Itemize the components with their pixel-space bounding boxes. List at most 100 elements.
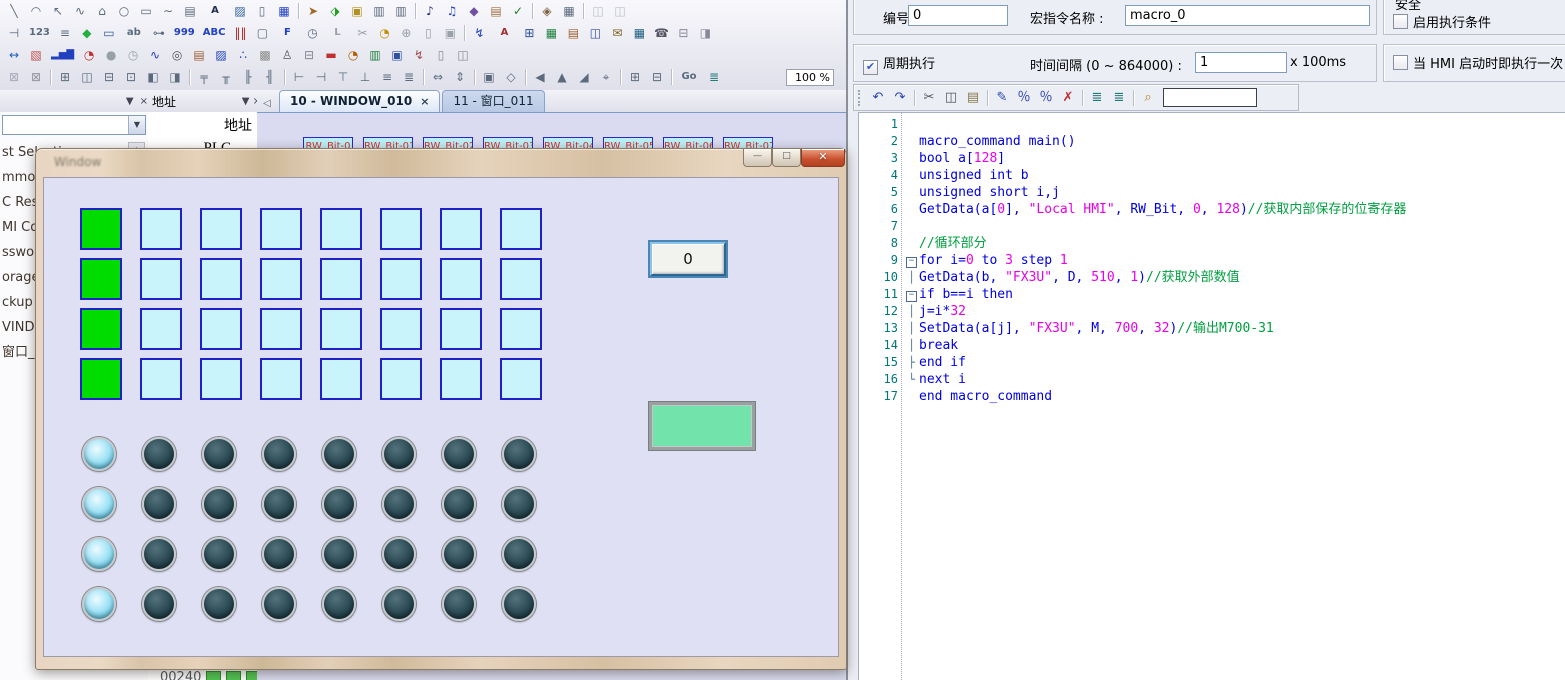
distribute-right-icon[interactable]: ╢ [260, 68, 280, 86]
cascade-window-icon[interactable]: ◫ [610, 2, 630, 20]
code-line[interactable]: 10│GetData(b, "FX3U", D, 510, 1)//获取外部数值 [859, 269, 1565, 286]
macro-search-input[interactable] [1163, 88, 1257, 107]
code-line[interactable]: 9−for i=0 to 3 step 1 [859, 252, 1565, 269]
ungroup-icon[interactable]: ◇ [501, 68, 521, 86]
macro-name-input[interactable]: macro_0 [1125, 5, 1370, 26]
bit-square[interactable] [80, 258, 122, 300]
cut-icon[interactable]: ✂ [919, 89, 939, 107]
backup-tool[interactable]: ▣ [387, 46, 407, 64]
code-line[interactable]: 13│SetData(a[j], "FX3U", M, 700, 32)//输出… [859, 320, 1565, 337]
scatter-tool[interactable]: ∴ [233, 46, 253, 64]
run-once-checkbox[interactable] [1393, 55, 1408, 70]
tab-close-icon[interactable]: × [420, 95, 429, 108]
fill-tool[interactable]: ⊠ [4, 68, 24, 86]
bit-square[interactable] [200, 308, 242, 350]
code-line[interactable]: 3bool a[128] [859, 150, 1565, 167]
list-icon[interactable]: ▤ [486, 2, 506, 20]
user-macro-icon[interactable]: ↯ [469, 24, 489, 42]
tag-tool[interactable]: ⊣ [4, 24, 24, 42]
align-bottom-icon[interactable]: ⊥ [355, 68, 375, 86]
page-tool[interactable]: ▯ [418, 24, 438, 42]
address-grid-icon[interactable]: ⊞ [519, 24, 539, 42]
code-line[interactable]: 17end macro_command [859, 388, 1565, 405]
save-all-icon[interactable]: ▥ [391, 2, 411, 20]
tile-window-icon[interactable]: ◫ [588, 2, 608, 20]
led-button[interactable] [442, 587, 476, 621]
bit-square[interactable] [140, 308, 182, 350]
led-button[interactable] [262, 487, 296, 521]
led-button[interactable] [502, 587, 536, 621]
bring-front-icon[interactable]: ⊞ [625, 68, 645, 86]
led-button[interactable] [322, 537, 356, 571]
align-center-icon[interactable]: ≣ [399, 68, 419, 86]
freeform-tool[interactable]: ∼ [158, 2, 178, 20]
find-icon[interactable]: ⌕ [1138, 89, 1158, 107]
led-button[interactable] [142, 587, 176, 621]
direct-window-tool[interactable]: ▢ [252, 24, 272, 42]
bit-square[interactable] [260, 258, 302, 300]
bit-square[interactable] [380, 258, 422, 300]
periodic-checkbox[interactable]: ✔ [863, 60, 878, 75]
nudge-left-icon[interactable]: ◧ [143, 68, 163, 86]
led-button[interactable] [262, 437, 296, 471]
trend-tool[interactable]: ∿ [145, 46, 165, 64]
same-width-icon[interactable]: ⇔ [428, 68, 448, 86]
bit-square[interactable] [80, 358, 122, 400]
bit-square[interactable] [200, 258, 242, 300]
led-button[interactable] [322, 487, 356, 521]
led-button[interactable] [502, 437, 536, 471]
layers-tool[interactable]: ≡ [55, 24, 75, 42]
line-tool[interactable]: ╲ [4, 2, 24, 20]
lamp-tool[interactable]: L [324, 24, 350, 42]
led-button[interactable] [382, 587, 416, 621]
arc-tool[interactable]: ◠ [26, 2, 46, 20]
bit-square[interactable] [380, 308, 422, 350]
bit-square[interactable] [140, 358, 182, 400]
clipboard-icon[interactable]: ▤ [563, 24, 583, 42]
fit-to-grid-icon[interactable]: ⊡ [121, 68, 141, 86]
event-log-tool[interactable]: ▥ [365, 46, 385, 64]
distribute-left-icon[interactable]: ╟ [238, 68, 258, 86]
toggle-switch-tool[interactable]: ⊶ [149, 24, 169, 42]
bit-square[interactable] [80, 308, 122, 350]
shape-lib-icon[interactable]: ◈ [537, 2, 557, 20]
bit-square[interactable] [380, 208, 422, 250]
code-line[interactable]: 16└next i [859, 371, 1565, 388]
bit-square[interactable] [260, 208, 302, 250]
zoom-level[interactable]: 100 % [786, 69, 834, 86]
bit-square[interactable] [500, 258, 542, 300]
bit-square[interactable] [200, 208, 242, 250]
led-button[interactable] [202, 437, 236, 471]
flow-block-tool[interactable]: ▧ [26, 46, 46, 64]
sound-icon[interactable]: ♪ [420, 2, 440, 20]
led-button[interactable] [382, 487, 416, 521]
fill-alt-tool[interactable]: ⊠ [26, 68, 46, 86]
bit-square[interactable] [320, 358, 362, 400]
led-button[interactable] [442, 537, 476, 571]
led-button[interactable] [142, 537, 176, 571]
table-icon[interactable]: ▦ [559, 2, 579, 20]
chevron-down-icon[interactable]: ▼ [128, 116, 145, 134]
align-left-icon[interactable]: ⊢ [289, 68, 309, 86]
interval-input[interactable]: 1 [1195, 52, 1287, 73]
clock-display-tool[interactable]: ◷ [123, 46, 143, 64]
macro-number-input[interactable]: 0 [908, 5, 1008, 26]
simulation-window[interactable]: Window — □ ✕ 0 [35, 148, 847, 670]
center-vertical-icon[interactable]: ⊟ [99, 68, 119, 86]
operate-tool[interactable]: ⊕ [396, 24, 416, 42]
window-filter-combo[interactable]: ▼ [2, 115, 146, 135]
code-line[interactable]: 7 [859, 218, 1565, 235]
import-icon[interactable]: ➤ [303, 2, 323, 20]
object-icon[interactable]: ◆ [464, 2, 484, 20]
bit-square[interactable] [200, 358, 242, 400]
led-button[interactable] [382, 537, 416, 571]
bit-square[interactable] [440, 208, 482, 250]
macro-code-editor[interactable]: 12macro_command main()3bool a[128]4unsig… [858, 112, 1565, 680]
led-button[interactable] [142, 487, 176, 521]
led-button[interactable] [142, 437, 176, 471]
check-icon[interactable]: ✓ [508, 2, 528, 20]
flip-vertical-icon[interactable]: ▲ [552, 68, 572, 86]
library-part-tool[interactable]: ◆ [77, 24, 97, 42]
led-button[interactable] [502, 537, 536, 571]
picture-view-tool[interactable]: ▨ [211, 46, 231, 64]
